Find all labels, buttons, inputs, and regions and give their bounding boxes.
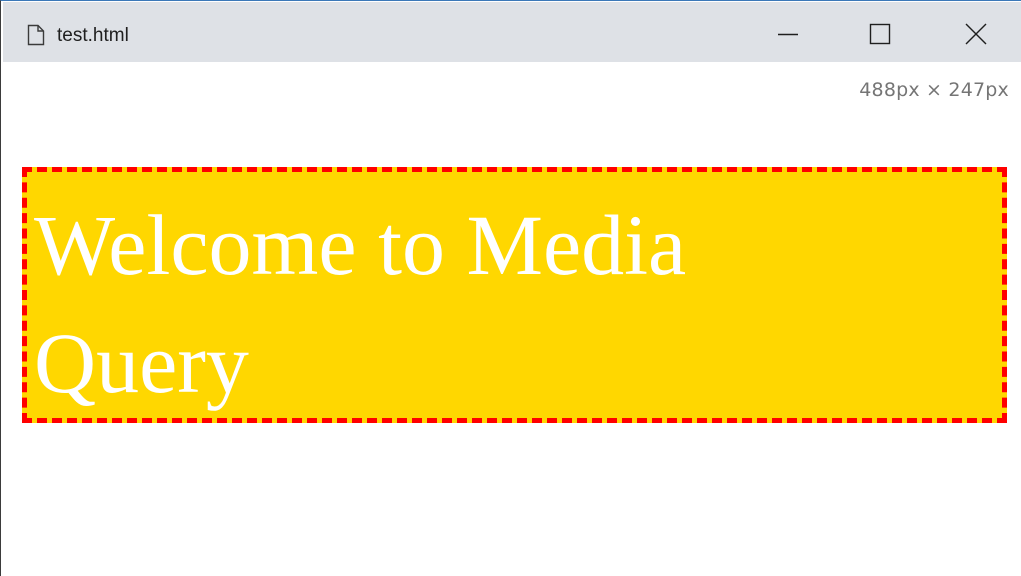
title-bar[interactable]: test.html — [3, 2, 1021, 62]
minimize-icon — [777, 23, 799, 50]
document-icon — [27, 24, 45, 46]
banner-heading: Welcome to Media Query — [34, 197, 687, 411]
minimize-button[interactable] — [765, 14, 811, 58]
maximize-button[interactable] — [857, 14, 903, 58]
maximize-icon — [869, 23, 891, 50]
viewport-size-readout: 488px × 247px — [859, 79, 1009, 101]
close-button[interactable] — [953, 14, 999, 58]
browser-window: test.html 488px × 247px Welcome to Media… — [0, 0, 1021, 576]
welcome-banner: Welcome to Media Query — [22, 167, 1007, 423]
window-title: test.html — [57, 25, 129, 46]
close-icon — [965, 23, 987, 50]
